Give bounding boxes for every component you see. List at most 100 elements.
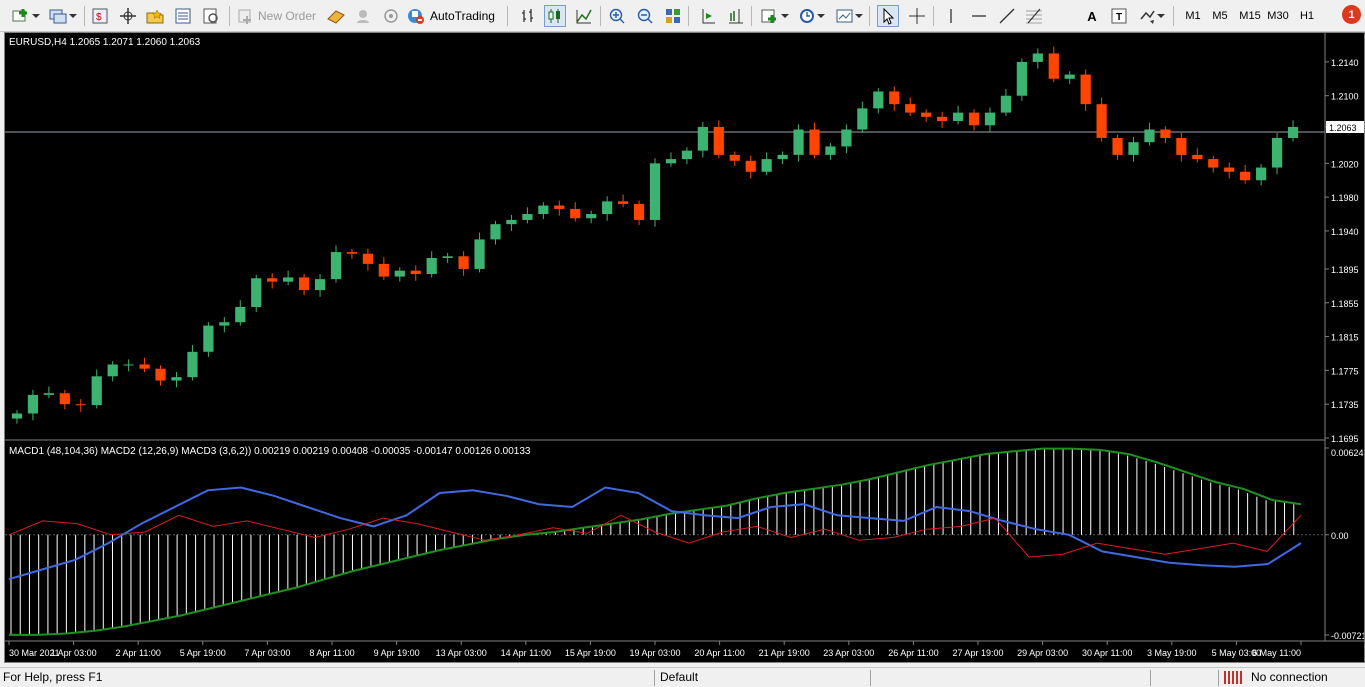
chart-window[interactable]: EURUSD,H4 1.2065 1.2071 1.2060 1.2063 MA… [4,32,1365,663]
chart-shift-icon[interactable] [725,5,747,27]
status-separator [1218,670,1219,686]
tile-windows-icon[interactable] [662,5,684,27]
candle [474,232,485,273]
timeframe-m30-button[interactable]: M30 [1264,5,1292,27]
candle [1271,132,1283,175]
autoscroll-icon[interactable] [697,5,719,27]
data-window-icon[interactable] [172,5,194,27]
candle-body [602,201,613,215]
candle [1240,165,1251,184]
candle-body [681,150,693,160]
text-label-icon[interactable]: T [1108,5,1130,27]
candle-body [490,224,501,240]
candle [394,267,405,282]
macd1-signal-line [9,447,1302,636]
status-separator [1150,670,1151,686]
candles [11,46,1299,424]
candle-body [75,404,86,406]
metaeditor-icon[interactable] [325,5,347,27]
indicator-info: MACD1 (48,104,36) MACD2 (12,26,9) MACD3 … [9,446,531,457]
zoom-in-icon[interactable] [606,5,628,27]
time-tick-label: 9 Apr 19:00 [374,648,420,658]
candle [1128,137,1139,162]
price-axis: 1.2140 1.2100 1.2063 1.2020 1.1980 1.1940 1.18… [1325,58,1364,444]
new-order-button[interactable]: New Order [236,5,318,27]
autotrading-button[interactable]: AutoTrading [406,5,502,27]
candle-body [27,394,39,414]
market-watch-icon[interactable]: $ [89,5,111,27]
candle [1208,155,1219,173]
candle [155,365,166,386]
navigator-icon[interactable] [117,5,139,27]
candle [538,202,549,220]
candle-body [889,91,900,105]
candle-body [570,208,581,219]
chevron-down-icon[interactable] [1155,5,1167,27]
strategy-tester-icon[interactable] [200,5,222,27]
candle [1096,97,1107,142]
candle-body [43,393,54,395]
radio-icon[interactable] [380,5,402,27]
chevron-down-icon[interactable] [67,5,79,27]
time-tick-label: 20 Apr 11:00 [694,648,744,658]
candle-body [1176,137,1187,155]
candle [984,107,996,133]
horizontal-line-icon[interactable] [968,5,990,27]
timeframe-m15-button[interactable]: M15 [1236,5,1264,27]
chevron-down-icon[interactable] [779,5,791,27]
profiles-icon[interactable] [47,5,69,27]
vertical-line-icon[interactable] [940,5,962,27]
signals-icon[interactable] [352,5,374,27]
chart-canvas[interactable]: EURUSD,H4 1.2065 1.2071 1.2060 1.2063 MA… [5,33,1364,662]
candle-body [665,159,677,164]
candle [921,109,932,122]
time-tick-label: 30 Apr 11:00 [1082,648,1132,658]
notification-badge[interactable]: 1 [1342,5,1361,24]
candle [1000,88,1012,116]
candle-body [394,270,405,277]
candle-body [1192,154,1203,160]
candle-body [1048,53,1059,79]
trendline-icon[interactable] [996,5,1018,27]
candle-body [155,368,166,381]
candle-body [362,253,373,264]
candle-body [793,129,804,155]
cursor-icon[interactable] [877,5,899,27]
candle-body [442,256,453,258]
favorites-icon[interactable] [144,5,166,27]
candle-body [410,270,421,275]
new-chart-icon[interactable] [10,5,32,27]
candle-body [458,256,469,269]
indicator-tick-label: 0.00 [1331,531,1349,541]
timeframe-h1-button[interactable]: H1 [1294,5,1320,27]
chevron-down-icon[interactable] [853,5,865,27]
indicator-tick-label: -0.00721 [1331,631,1364,641]
candle-body [91,376,102,406]
candle-body [1287,126,1299,138]
candle [506,214,517,231]
timeframe-m5-button[interactable]: M5 [1207,5,1233,27]
bar-chart-icon[interactable] [517,5,539,27]
line-chart-icon[interactable] [573,5,595,27]
crosshair-icon[interactable] [906,5,928,27]
chevron-down-icon[interactable] [815,5,827,27]
candle-body [905,104,916,113]
candle [968,109,980,131]
candle [825,143,836,160]
candle [1016,58,1027,101]
candle [91,369,102,409]
macd2-main-line [8,486,1302,581]
candle [697,121,708,158]
candle-body [1240,171,1251,181]
text-icon[interactable]: A [1081,5,1103,27]
zoom-out-icon[interactable] [634,5,656,27]
indicators-icon[interactable] [759,5,781,27]
candle [410,265,421,281]
help-text: For Help, press F1 [3,670,103,684]
fibonacci-icon[interactable] [1023,5,1045,27]
profile-name: Default [660,670,699,684]
candle-body [59,393,70,405]
timeframe-m1-button[interactable]: M1 [1180,5,1206,27]
candlestick-icon[interactable] [544,5,566,27]
chevron-down-icon[interactable] [30,5,42,27]
